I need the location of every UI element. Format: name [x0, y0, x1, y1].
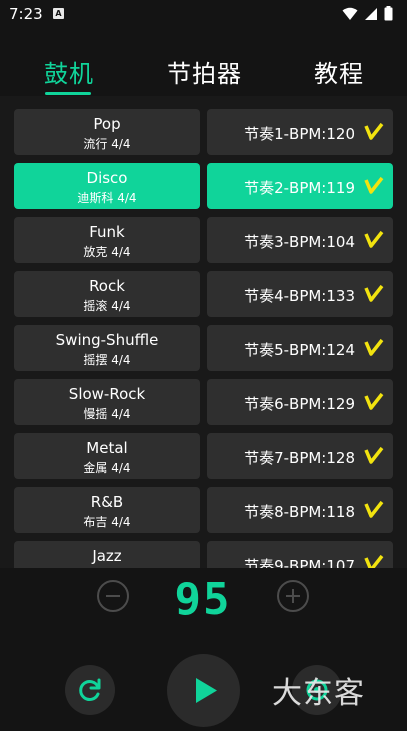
check-icon	[364, 122, 384, 140]
check-icon	[364, 554, 384, 568]
signal-icon	[365, 7, 377, 20]
rhythm-card-4[interactable]: 节奏4-BPM:133	[207, 271, 393, 317]
rhythm-label: 节奏6-BPM:129	[244, 395, 355, 413]
bpm-value: 95	[174, 574, 232, 625]
style-subtitle: 布吉 4/4	[83, 515, 131, 529]
rhythm-label: 节奏8-BPM:118	[244, 503, 355, 521]
style-subtitle: 迪斯科 4/4	[77, 191, 137, 205]
style-subtitle: 放克 4/4	[83, 245, 131, 259]
list-row: Pop 流行 4/4 节奏1-BPM:120	[0, 109, 407, 155]
rhythm-card-5[interactable]: 节奏5-BPM:124	[207, 325, 393, 371]
list-row: Slow-Rock 慢摇 4/4 节奏6-BPM:129	[0, 379, 407, 425]
rhythm-label: 节奏4-BPM:133	[244, 287, 355, 305]
rhythm-list[interactable]: Pop 流行 4/4 节奏1-BPM:120 Disco 迪斯科 4/4 节奏2…	[0, 96, 407, 568]
tab-tutorial[interactable]: 教程	[314, 54, 364, 89]
list-row: R&B 布吉 4/4 节奏8-BPM:118	[0, 487, 407, 533]
refresh-icon	[79, 678, 101, 701]
style-name: Rock	[89, 277, 125, 295]
tab-indicator	[45, 92, 91, 95]
check-icon	[364, 230, 384, 248]
rhythm-label: 节奏7-BPM:128	[244, 449, 355, 467]
style-card-disco[interactable]: Disco 迪斯科 4/4	[14, 163, 200, 209]
style-name: Jazz	[92, 547, 122, 565]
rhythm-card-3[interactable]: 节奏3-BPM:104	[207, 217, 393, 263]
wifi-icon	[342, 7, 358, 20]
rhythm-card-2[interactable]: 节奏2-BPM:119	[207, 163, 393, 209]
style-card-jazz[interactable]: Jazz	[14, 541, 200, 568]
list-row: Rock 摇滚 4/4 节奏4-BPM:133	[0, 271, 407, 317]
play-icon	[196, 678, 217, 703]
check-icon	[364, 284, 384, 302]
style-subtitle: 流行 4/4	[83, 137, 131, 151]
check-icon	[364, 500, 384, 518]
list-row: Funk 放克 4/4 节奏3-BPM:104	[0, 217, 407, 263]
style-card-pop[interactable]: Pop 流行 4/4	[14, 109, 200, 155]
list-row: Jazz 节奏9-BPM:107	[0, 541, 407, 568]
style-name: Swing-Shuffle	[55, 331, 159, 349]
style-card-funk[interactable]: Funk 放克 4/4	[14, 217, 200, 263]
style-card-rock[interactable]: Rock 摇滚 4/4	[14, 271, 200, 317]
battery-icon	[384, 6, 393, 21]
style-name: Slow-Rock	[68, 385, 146, 403]
style-card-swing-shuffle[interactable]: Swing-Shuffle 摇摆 4/4	[14, 325, 200, 371]
style-name: Pop	[93, 115, 121, 133]
style-name: Metal	[86, 439, 128, 457]
check-icon	[364, 392, 384, 410]
style-card-slow-rock[interactable]: Slow-Rock 慢摇 4/4	[14, 379, 200, 425]
tab-bar: 鼓机 节拍器 教程	[0, 44, 407, 96]
notification-icon: A	[53, 8, 64, 19]
style-subtitle: 摇摆 4/4	[83, 353, 131, 367]
plus-circle-icon[interactable]	[277, 580, 309, 612]
tab-metronome[interactable]: 节拍器	[167, 54, 242, 89]
check-icon	[364, 338, 384, 356]
style-card-rnb[interactable]: R&B 布吉 4/4	[14, 487, 200, 533]
style-subtitle: 金属 4/4	[83, 461, 131, 475]
status-bar: 7:23 A	[0, 0, 407, 28]
reset-button[interactable]	[65, 665, 115, 715]
rhythm-label: 节奏5-BPM:124	[244, 341, 355, 359]
status-time: 7:23	[9, 5, 43, 23]
check-icon	[364, 446, 384, 464]
list-row: Metal 金属 4/4 节奏7-BPM:128	[0, 433, 407, 479]
style-subtitle: 摇滚 4/4	[83, 299, 131, 313]
bpm-control: 95	[0, 568, 407, 628]
rhythm-card-8[interactable]: 节奏8-BPM:118	[207, 487, 393, 533]
rhythm-label: 节奏9-BPM:107	[244, 557, 355, 568]
style-name: R&B	[90, 493, 124, 511]
check-icon	[364, 176, 384, 194]
rhythm-card-1[interactable]: 节奏1-BPM:120	[207, 109, 393, 155]
style-name: Funk	[89, 223, 125, 241]
style-card-metal[interactable]: Metal 金属 4/4	[14, 433, 200, 479]
rhythm-card-9[interactable]: 节奏9-BPM:107	[207, 541, 393, 568]
minus-circle-icon[interactable]	[97, 580, 129, 612]
rhythm-label: 节奏1-BPM:120	[244, 125, 355, 143]
tab-drum-machine[interactable]: 鼓机	[44, 54, 94, 89]
rhythm-label: 节奏2-BPM:119	[244, 179, 355, 197]
rhythm-card-6[interactable]: 节奏6-BPM:129	[207, 379, 393, 425]
style-name: Disco	[86, 169, 128, 187]
rhythm-label: 节奏3-BPM:104	[244, 233, 355, 251]
list-row: Swing-Shuffle 摇摆 4/4 节奏5-BPM:124	[0, 325, 407, 371]
play-button[interactable]	[167, 654, 240, 727]
rhythm-card-7[interactable]: 节奏7-BPM:128	[207, 433, 393, 479]
style-subtitle: 慢摇 4/4	[83, 407, 131, 421]
status-icons	[342, 6, 393, 21]
list-row: Disco 迪斯科 4/4 节奏2-BPM:119	[0, 163, 407, 209]
watermark: 大东客	[272, 676, 365, 711]
